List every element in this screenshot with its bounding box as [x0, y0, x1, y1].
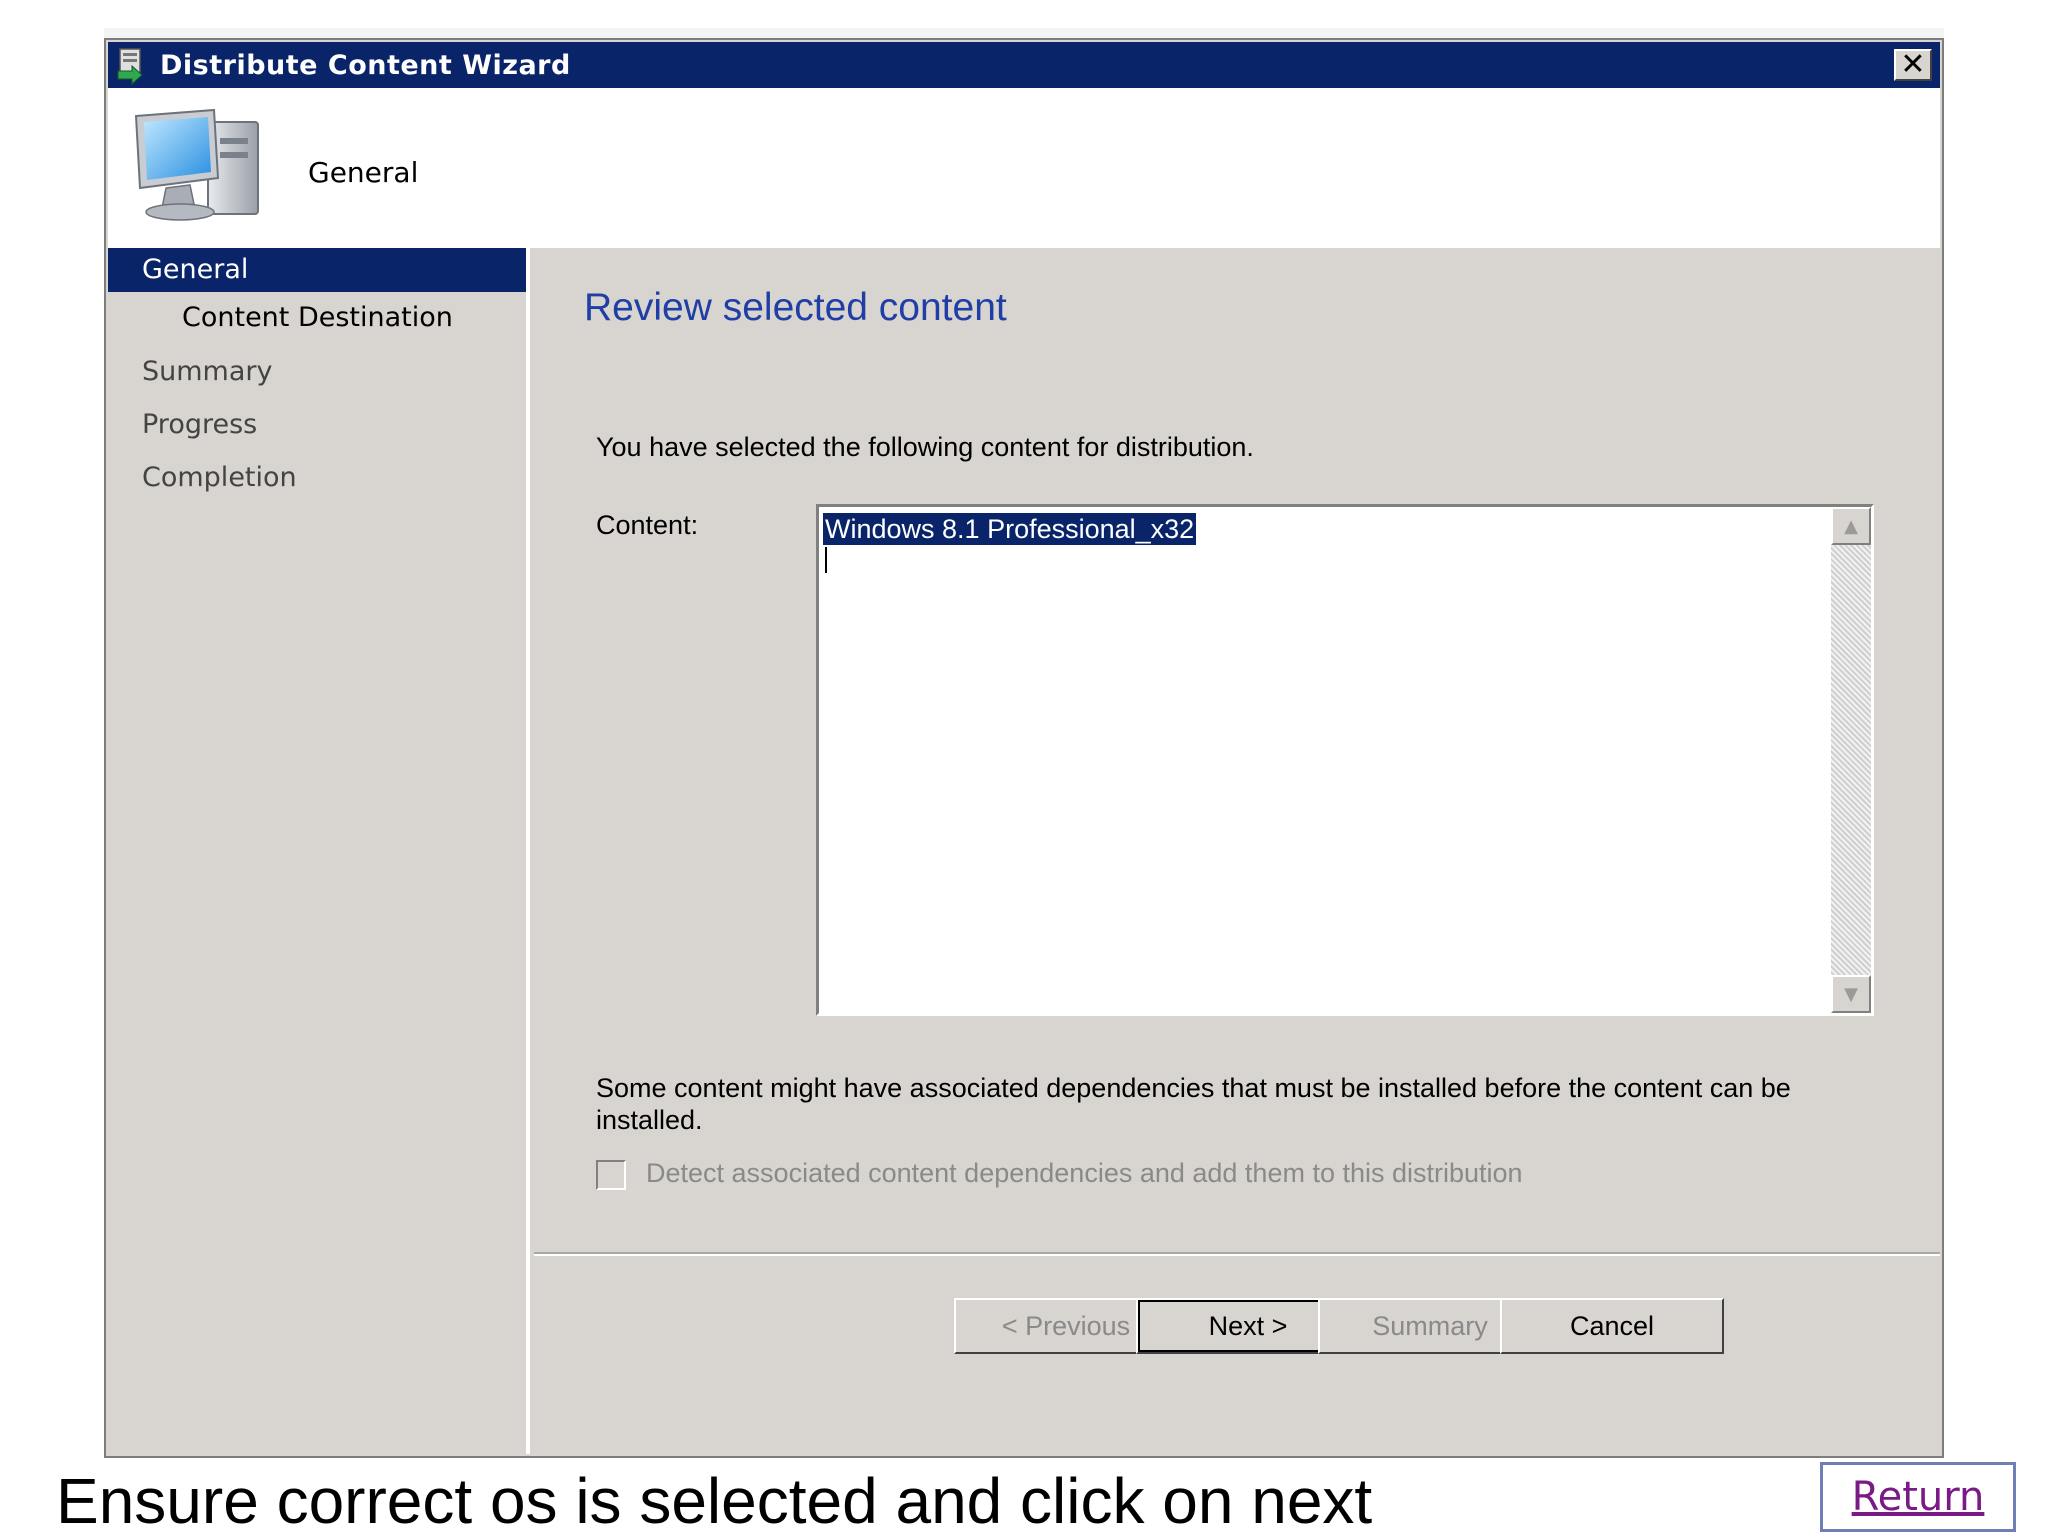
detect-dependencies-label: Detect associated content dependencies a… — [646, 1158, 1523, 1188]
close-button[interactable]: ✕ — [1894, 49, 1932, 81]
dependency-info-text: Some content might have associated depen… — [596, 1073, 1791, 1135]
instruction-caption: Ensure correct os is selected and click … — [56, 1465, 1373, 1537]
return-link[interactable]: Return — [1820, 1462, 2016, 1532]
vertical-scrollbar[interactable]: ▲ ▼ — [1831, 507, 1871, 1013]
scroll-up-button[interactable]: ▲ — [1831, 507, 1871, 545]
header-banner: General — [108, 88, 1940, 248]
text-caret — [825, 547, 827, 573]
detect-dependencies-checkbox[interactable] — [596, 1160, 626, 1190]
content-list[interactable]: Windows 8.1 Professional_x32 ▲ ▼ — [816, 504, 1874, 1016]
list-item[interactable]: Windows 8.1 Professional_x32 — [823, 513, 1197, 545]
computer-icon — [134, 108, 259, 221]
intro-text: You have selected the following content … — [596, 432, 1254, 462]
title-bar[interactable]: Distribute Content Wizard ✕ — [108, 42, 1940, 88]
nav-item-general[interactable]: General — [108, 248, 526, 292]
wizard-app-icon — [117, 48, 143, 85]
button-separator — [534, 1252, 1940, 1256]
wizard-nav: General Content Destination Summary Prog… — [108, 248, 530, 1454]
nav-item-progress[interactable]: Progress — [108, 403, 526, 447]
content-pane: Review selected content You have selecte… — [534, 248, 1940, 1454]
header-title: General — [308, 156, 419, 189]
nav-item-content-destination[interactable]: Content Destination — [108, 296, 526, 340]
arrow-down-icon: ▼ — [1844, 983, 1858, 1005]
close-icon: ✕ — [1900, 47, 1926, 82]
content-label: Content: — [596, 510, 699, 540]
background-strip — [104, 28, 1944, 38]
wizard-window: Distribute Content Wizard ✕ General Gene… — [104, 38, 1944, 1458]
page-title: Review selected content — [584, 286, 1007, 329]
nav-item-completion[interactable]: Completion — [108, 456, 526, 500]
arrow-up-icon: ▲ — [1844, 515, 1858, 537]
cancel-button[interactable]: Cancel — [1500, 1298, 1724, 1354]
nav-item-summary[interactable]: Summary — [108, 350, 526, 394]
scroll-down-button[interactable]: ▼ — [1831, 975, 1871, 1013]
window-title: Distribute Content Wizard — [160, 50, 571, 81]
